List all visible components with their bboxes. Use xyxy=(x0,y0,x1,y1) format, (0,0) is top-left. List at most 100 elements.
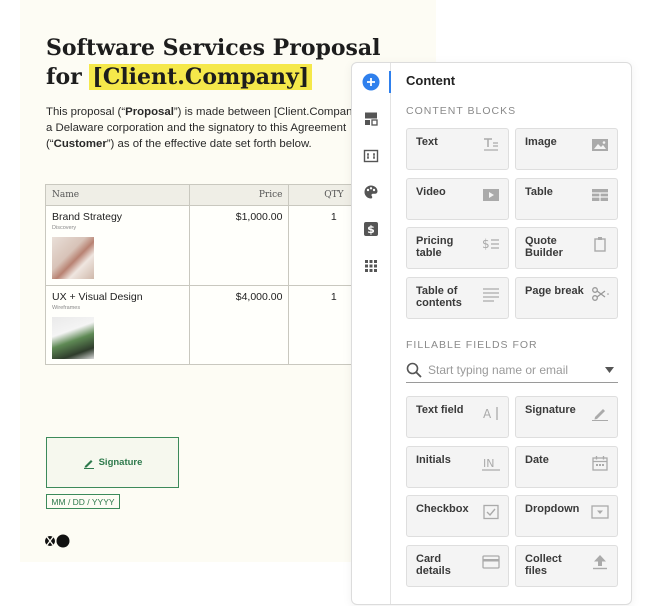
panel-rail: $ xyxy=(352,63,391,604)
block-page-break[interactable]: Page break xyxy=(515,277,618,319)
dollar-icon: $ xyxy=(364,222,378,236)
field-dropdown[interactable]: Dropdown xyxy=(515,495,618,537)
tile-label: Text xyxy=(416,136,438,148)
palette-icon xyxy=(364,185,378,199)
intro-text: ”) as of the effective date set forth be… xyxy=(106,138,312,150)
item-name: Brand Strategy xyxy=(52,211,123,223)
item-thumbnail xyxy=(52,317,94,359)
field-text-field[interactable]: Text field A xyxy=(406,396,509,438)
title-for: for xyxy=(46,64,82,90)
block-video[interactable]: Video xyxy=(406,178,509,220)
tile-label: Text field xyxy=(416,404,464,416)
field-collect-files[interactable]: Collect files xyxy=(515,545,618,587)
svg-text:$: $ xyxy=(482,237,490,251)
card-icon xyxy=(482,555,500,569)
tile-label: Page break xyxy=(525,285,584,297)
client-company-variable[interactable]: [Client.Company] xyxy=(89,64,313,90)
header-price: Price xyxy=(188,184,290,206)
scissors-icon xyxy=(592,287,609,301)
tile-label: Date xyxy=(525,454,549,466)
row-name-cell[interactable]: Brand Strategy Discovery xyxy=(45,205,190,286)
header-name: Name xyxy=(45,184,190,206)
pricing-table-icon: $ xyxy=(482,237,499,251)
field-checkbox[interactable]: Checkbox xyxy=(406,495,509,537)
intro-bold-customer: Customer xyxy=(53,138,107,150)
block-text[interactable]: Text xyxy=(406,128,509,170)
search-icon xyxy=(406,362,422,378)
tile-label: Card details xyxy=(416,553,451,577)
content-panel: $ Content CONTENT BLOCKS Text Image Vide… xyxy=(351,62,632,605)
table-icon xyxy=(592,189,608,201)
text-field-icon: A xyxy=(483,407,498,421)
field-initials[interactable]: Initials IN xyxy=(406,446,509,488)
date-field[interactable]: MM / DD / YYYY xyxy=(46,494,120,509)
tile-label: Quote Builder xyxy=(525,235,563,259)
upload-icon xyxy=(593,555,607,570)
tile-label: Video xyxy=(416,186,446,198)
svg-text:A: A xyxy=(483,407,492,421)
block-table[interactable]: Table xyxy=(515,178,618,220)
rail-add-button[interactable] xyxy=(360,71,382,93)
tile-label: Checkbox xyxy=(416,503,469,515)
signature-field-label: Signature xyxy=(98,457,143,468)
rail-apps-button[interactable] xyxy=(360,255,382,277)
chevron-down-icon[interactable] xyxy=(605,367,614,373)
tile-label: Table of contents xyxy=(416,285,462,309)
intro-bold-proposal: Proposal xyxy=(125,106,174,118)
list-icon xyxy=(483,288,499,302)
recipient-search[interactable] xyxy=(406,359,618,383)
field-signature[interactable]: Signature xyxy=(515,396,618,438)
rail-design-button[interactable] xyxy=(360,181,382,203)
dropdown-icon xyxy=(591,505,609,519)
tile-label: Collect files xyxy=(525,553,562,577)
block-image[interactable]: Image xyxy=(515,128,618,170)
recipient-search-input[interactable] xyxy=(428,361,593,379)
initials-icon: IN xyxy=(482,457,500,471)
item-price[interactable]: $1,000.00 xyxy=(188,205,290,286)
panel-title: Content xyxy=(406,73,456,88)
content-blocks-label: CONTENT BLOCKS xyxy=(406,105,517,117)
block-pricing-table[interactable]: Pricing table $ xyxy=(406,227,509,269)
item-thumbnail xyxy=(52,237,94,279)
svg-text:IN: IN xyxy=(483,457,494,470)
rail-pricing-button[interactable]: $ xyxy=(360,218,382,240)
tile-label: Signature xyxy=(525,404,576,416)
tile-label: Dropdown xyxy=(525,503,580,515)
title-line-1: Software Services Proposal xyxy=(46,35,381,61)
tile-label: Table xyxy=(525,186,553,198)
rail-active-indicator xyxy=(389,71,391,93)
item-subtitle: Wireframes xyxy=(52,305,81,311)
item-subtitle: Discovery xyxy=(52,225,77,231)
block-table-of-contents[interactable]: Table of contents xyxy=(406,277,509,319)
tile-label: Pricing table xyxy=(416,235,454,259)
video-icon xyxy=(483,189,499,201)
svg-text:$: $ xyxy=(367,223,375,236)
row-name-cell[interactable]: UX + Visual Design Wireframes xyxy=(45,285,190,365)
rail-blocks-button[interactable] xyxy=(360,108,382,130)
blocks-icon xyxy=(365,112,378,126)
intro-text: This proposal (“ xyxy=(46,106,126,118)
field-card-details[interactable]: Card details xyxy=(406,545,509,587)
pen-icon xyxy=(592,409,608,421)
item-name: UX + Visual Design xyxy=(52,291,143,303)
embed-icon xyxy=(363,149,379,163)
fillable-fields-label: FILLABLE FIELDS FOR xyxy=(406,339,538,351)
calendar-icon xyxy=(592,456,608,471)
field-date[interactable]: Date xyxy=(515,446,618,488)
block-quote-builder[interactable]: Quote Builder xyxy=(515,227,618,269)
intro-text: ”) is made between [Client.Compan xyxy=(173,106,353,118)
pen-icon xyxy=(83,459,94,469)
signature-field[interactable]: Signature xyxy=(46,437,179,488)
item-price[interactable]: $4,000.00 xyxy=(188,285,290,365)
tile-label: Image xyxy=(525,136,557,148)
tile-label: Initials xyxy=(416,454,451,466)
add-icon xyxy=(362,73,380,91)
rail-embed-button[interactable] xyxy=(360,145,382,167)
intro-text: (“ xyxy=(46,138,54,150)
checkbox-icon xyxy=(483,504,499,520)
image-icon xyxy=(592,139,608,151)
clipboard-icon xyxy=(594,237,606,252)
grid-icon xyxy=(365,260,377,272)
brand-logo-icon xyxy=(45,534,70,548)
intro-text: a Delaware corporation and the signatory… xyxy=(46,122,347,134)
